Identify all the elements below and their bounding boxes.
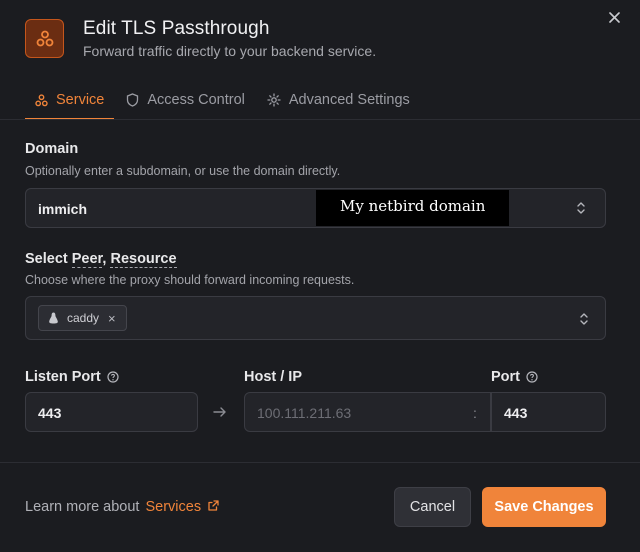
dialog-title: Edit TLS Passthrough (83, 18, 270, 39)
external-link-icon (208, 500, 219, 511)
chevron-up-down-icon (574, 200, 588, 216)
tab-label: Advanced Settings (288, 92, 410, 108)
port-label: Port (491, 369, 538, 385)
redaction-box: My netbird domain (316, 190, 509, 226)
chevron-up-down-icon (577, 311, 591, 327)
tab-divider (0, 119, 640, 120)
footer-divider (0, 462, 640, 463)
linux-icon (49, 312, 58, 324)
services-link-label: Services (145, 499, 202, 515)
host-input[interactable]: 100.111.211.63 : (244, 392, 491, 432)
listen-port-value: 443 (38, 405, 62, 421)
resource-term: Resource (110, 251, 177, 268)
chip-label: caddy (67, 311, 100, 325)
host-placeholder: 100.111.211.63 (257, 405, 352, 421)
nodes-icon (35, 93, 48, 106)
info-icon[interactable] (526, 371, 538, 383)
services-link[interactable]: Services (145, 499, 219, 515)
tab-service[interactable]: Service (25, 80, 115, 120)
dialog-subtitle: Forward traffic directly to your backend… (83, 43, 377, 59)
tab-advanced-settings[interactable]: Advanced Settings (257, 80, 420, 120)
listen-port-input[interactable]: 443 (25, 392, 198, 432)
host-label: Host / IP (244, 369, 303, 385)
domain-label: Domain (25, 141, 79, 157)
listen-port-label-text: Listen Port (25, 369, 101, 385)
remove-chip-icon[interactable]: × (108, 311, 116, 326)
peer-hint: Choose where the proxy should forward in… (25, 273, 355, 287)
listen-port-label: Listen Port (25, 369, 119, 385)
learn-more-label: Learn more about (25, 499, 140, 515)
port-input[interactable]: 443 (491, 392, 606, 432)
shield-icon (127, 93, 139, 107)
tab-bar: Service Access Control Advanced Settings (25, 80, 422, 120)
arrow-right-icon (213, 405, 227, 423)
port-value: 443 (504, 405, 528, 421)
cancel-button[interactable]: Cancel (394, 487, 471, 527)
tab-access-control[interactable]: Access Control (116, 80, 255, 120)
peer-term: Peer (71, 251, 103, 268)
close-icon[interactable] (604, 7, 624, 27)
peer-chip: caddy × (38, 305, 127, 331)
learn-more-text: Learn more about Services (25, 499, 219, 515)
tab-label: Access Control (147, 92, 245, 108)
label-prefix: Select (25, 251, 72, 267)
domain-hint: Optionally enter a subdomain, or use the… (25, 164, 341, 178)
tab-label: Service (56, 92, 105, 108)
host-port-separator: : (473, 405, 477, 421)
save-changes-button[interactable]: Save Changes (482, 487, 606, 527)
peer-resource-label: Select Peer, Resource (25, 251, 177, 268)
port-label-text: Port (491, 369, 520, 385)
edit-tls-passthrough-dialog: Edit TLS Passthrough Forward traffic dir… (0, 0, 640, 552)
info-icon[interactable] (107, 371, 119, 383)
gear-icon (267, 93, 281, 107)
nodes-icon (25, 19, 64, 58)
domain-value: immich (38, 201, 88, 217)
